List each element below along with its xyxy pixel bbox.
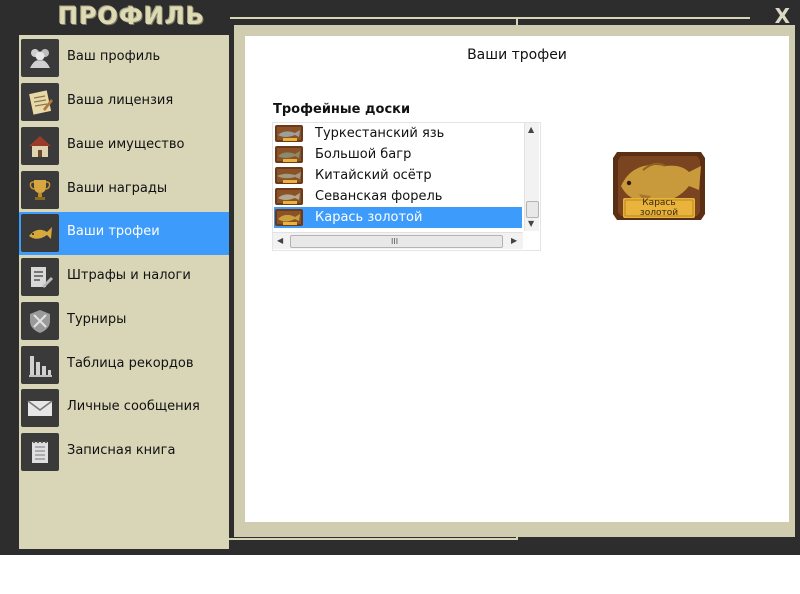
sidebar-item-license[interactable]: Ваша лицензия xyxy=(19,81,229,124)
fish-plaque-thumbnail xyxy=(275,167,303,184)
notebook-icon xyxy=(21,433,59,471)
scroll-grip: III xyxy=(391,237,399,246)
sidebar-item-label: Личные сообщения xyxy=(67,399,200,414)
frame-line-top xyxy=(230,17,750,19)
window-title: ПРОФИЛЬ xyxy=(58,2,206,30)
horizontal-scrollbar[interactable]: ◀ III ▶ xyxy=(273,232,523,249)
sidebar-item-profile[interactable]: Ваш профиль xyxy=(19,37,229,80)
sidebar-item-label: Таблица рекордов xyxy=(67,356,194,371)
close-button[interactable]: X xyxy=(775,6,790,26)
sidebar: Ваш профиль Ваша лицензия Ваше имущество… xyxy=(19,35,229,549)
list-item[interactable]: Китайский осётр xyxy=(274,165,522,186)
scroll-right-arrow-icon[interactable]: ▶ xyxy=(511,237,517,245)
page-title: Ваши трофеи xyxy=(467,47,567,63)
sidebar-item-tournaments[interactable]: Турниры xyxy=(19,300,229,343)
list-item-label: Большой багр xyxy=(315,147,412,162)
sidebar-item-notebook[interactable]: Записная книга xyxy=(19,431,229,474)
plaque-label: Карась золотой xyxy=(639,198,679,218)
fish-plaque-thumbnail xyxy=(275,188,303,205)
sidebar-item-label: Ваша лицензия xyxy=(67,93,174,108)
trophy-preview-plaque: Карась золотой xyxy=(609,146,709,226)
sidebar-item-label: Штрафы и налоги xyxy=(67,268,191,283)
horizontal-scroll-thumb[interactable]: III xyxy=(290,235,503,248)
sidebar-item-label: Ваши трофеи xyxy=(67,224,160,239)
scroll-left-arrow-icon[interactable]: ◀ xyxy=(277,237,283,245)
fish-plaque-thumbnail xyxy=(275,209,303,226)
sidebar-item-awards[interactable]: Ваши награды xyxy=(19,169,229,212)
list-item[interactable]: Туркестанский язь xyxy=(274,123,522,144)
list-item-label: Карась золотой xyxy=(315,210,423,225)
fines-icon xyxy=(21,258,59,296)
list-item[interactable]: Большой багр xyxy=(274,144,522,165)
trophy-cup-icon xyxy=(21,171,59,209)
envelope-icon xyxy=(21,389,59,427)
scroll-down-arrow-icon[interactable]: ▼ xyxy=(528,220,534,228)
section-title: Трофейные доски xyxy=(273,102,411,117)
house-icon xyxy=(21,127,59,165)
trophies-panel: Ваши трофеи Трофейные доски Туркестански… xyxy=(245,36,789,522)
fish-trophy-icon xyxy=(21,214,59,252)
fish-plaque-thumbnail xyxy=(275,125,303,142)
tournament-shield-icon xyxy=(21,302,59,340)
sidebar-item-fines[interactable]: Штрафы и налоги xyxy=(19,256,229,299)
bar-chart-icon xyxy=(21,346,59,384)
sidebar-item-messages[interactable]: Личные сообщения xyxy=(19,387,229,430)
sidebar-item-label: Ваше имущество xyxy=(67,137,185,152)
sidebar-item-trophies[interactable]: Ваши трофеи xyxy=(19,212,229,255)
sidebar-item-property[interactable]: Ваше имущество xyxy=(19,125,229,168)
frame-line-bottom xyxy=(228,538,518,540)
list-item-selected[interactable]: Карась золотой xyxy=(274,207,522,228)
list-item-label: Туркестанский язь xyxy=(315,126,445,141)
sidebar-item-label: Ваш профиль xyxy=(67,49,161,64)
fish-plaque-thumbnail xyxy=(275,146,303,163)
scroll-up-arrow-icon[interactable]: ▲ xyxy=(528,126,534,134)
list-item-label: Севанская форель xyxy=(315,189,443,204)
users-icon xyxy=(21,39,59,77)
sidebar-item-label: Записная книга xyxy=(67,443,176,458)
list-item-label: Китайский осётр xyxy=(315,168,432,183)
list-item[interactable]: Севанская форель xyxy=(274,186,522,207)
sidebar-item-label: Ваши награды xyxy=(67,181,168,196)
vertical-scroll-thumb[interactable] xyxy=(526,201,539,218)
trophy-list[interactable]: Туркестанский язь Большой багр Китайский… xyxy=(272,122,541,251)
sidebar-item-label: Турниры xyxy=(67,312,127,327)
sidebar-item-records[interactable]: Таблица рекордов xyxy=(19,344,229,387)
vertical-scrollbar[interactable]: ▲ ▼ xyxy=(524,123,539,231)
license-icon xyxy=(21,83,59,121)
